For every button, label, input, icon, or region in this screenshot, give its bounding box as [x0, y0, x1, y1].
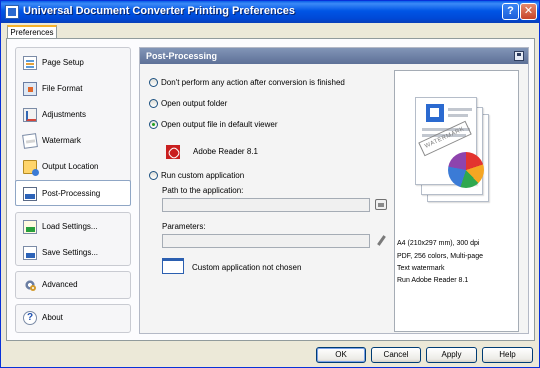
doc-text-line [448, 114, 468, 117]
sidebar-item-page-setup[interactable]: Page Setup [16, 50, 130, 76]
radio-button[interactable] [149, 99, 158, 108]
application-window-icon [162, 258, 184, 274]
sidebar-item-label: Post-Processing [42, 189, 101, 198]
radio-button[interactable] [149, 78, 158, 87]
close-button[interactable]: ✕ [520, 3, 537, 20]
sidebar-item-label: Adjustments [42, 110, 87, 119]
pie-chart-icon [448, 152, 484, 188]
page-setup-icon [23, 56, 37, 70]
post-processing-icon [23, 187, 37, 201]
load-settings-icon [23, 220, 37, 234]
output-location-icon [23, 160, 39, 176]
adjustments-icon [23, 108, 37, 122]
title-bar: Universal Document Converter Printing Pr… [1, 1, 539, 23]
nav-advanced-group: Advanced [15, 271, 131, 299]
adobe-reader-icon [166, 145, 180, 159]
load-settings-button[interactable]: Load Settings... [16, 214, 130, 240]
help-button[interactable]: Help [482, 347, 533, 363]
radio-label: Open output file in default viewer [161, 120, 278, 129]
file-format-icon [23, 82, 37, 96]
load-settings-label: Load Settings... [42, 222, 98, 231]
watermark-icon [22, 133, 38, 149]
floppy-disk-icon[interactable] [514, 51, 524, 61]
preview-info-line: PDF, 256 colors, Multi-page [397, 253, 483, 260]
nav-main-group: Page Setup File Format Adjustments Water… [15, 47, 131, 206]
radio-label: Open output folder [161, 99, 228, 108]
save-settings-icon [23, 246, 37, 260]
sidebar-item-label: Watermark [42, 136, 81, 145]
advanced-label: Advanced [42, 280, 78, 289]
save-settings-label: Save Settings... [42, 248, 99, 257]
nav-about-group: ? About [15, 304, 131, 333]
preview-info-line: Run Adobe Reader 8.1 [397, 277, 469, 284]
preview-info-line: Text watermark [397, 265, 445, 272]
sidebar-item-watermark[interactable]: Watermark [16, 128, 130, 154]
doc-text-line [448, 108, 472, 111]
path-label: Path to the application: [162, 186, 244, 195]
gears-icon [23, 278, 37, 292]
edit-pencil-icon[interactable] [375, 235, 387, 246]
path-input[interactable] [162, 198, 370, 212]
parameters-input[interactable] [162, 234, 370, 248]
panel-header: Post-Processing [140, 48, 528, 64]
sidebar-item-label: File Format [42, 84, 83, 93]
custom-app-status: Custom application not chosen [192, 263, 302, 272]
radio-label: Run custom application [161, 171, 245, 180]
sidebar-item-label: Output Location [42, 162, 99, 171]
advanced-button[interactable]: Advanced [16, 272, 130, 298]
save-settings-button[interactable]: Save Settings... [16, 240, 130, 266]
ok-button[interactable]: OK [316, 347, 366, 363]
preview-info-line: A4 (210x297 mm), 300 dpi [397, 240, 480, 247]
sidebar-item-file-format[interactable]: File Format [16, 76, 130, 102]
window-title: Universal Document Converter Printing Pr… [23, 5, 296, 17]
sidebar-item-post-processing[interactable]: Post-Processing [15, 180, 131, 206]
cancel-button[interactable]: Cancel [371, 347, 421, 363]
sidebar-item-label: Page Setup [42, 58, 84, 67]
about-label: About [42, 313, 63, 322]
panel-title: Post-Processing [146, 51, 218, 61]
radio-button[interactable] [149, 120, 158, 129]
nav-settings-group: Load Settings... Save Settings... [15, 212, 131, 266]
preferences-window: Universal Document Converter Printing Pr… [0, 0, 540, 368]
apply-button[interactable]: Apply [426, 347, 477, 363]
default-viewer-name: Adobe Reader 8.1 [193, 147, 258, 156]
help-title-button[interactable]: ? [502, 3, 519, 20]
parameters-label: Parameters: [162, 222, 206, 231]
sidebar-item-output-location[interactable]: Output Location [16, 154, 130, 180]
document-logo-icon [426, 104, 444, 122]
radio-label: Don't perform any action after conversio… [161, 78, 345, 87]
tab-preferences[interactable]: Preferences [7, 25, 57, 39]
app-icon [5, 5, 19, 19]
about-icon: ? [23, 311, 37, 325]
browse-folder-icon[interactable] [375, 199, 387, 210]
radio-button[interactable] [149, 171, 158, 180]
sidebar-item-adjustments[interactable]: Adjustments [16, 102, 130, 128]
about-button[interactable]: ? About [16, 305, 130, 331]
